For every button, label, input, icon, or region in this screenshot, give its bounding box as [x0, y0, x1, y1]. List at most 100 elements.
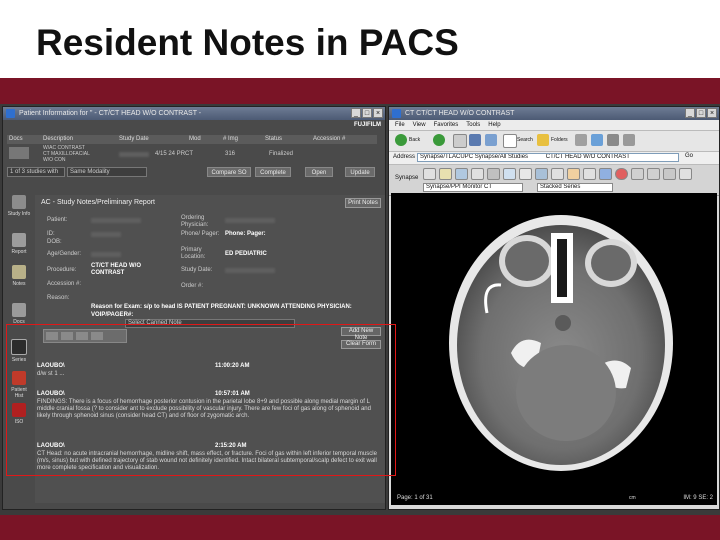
pacs-screenshot: Patient Information for '' - CT/CT HEAD …: [0, 104, 720, 515]
window-controls: _ □ ×: [351, 108, 383, 118]
grid-icon[interactable]: [647, 168, 660, 180]
search-icon[interactable]: [503, 134, 517, 148]
browser-icon: [392, 109, 401, 118]
cine-icon[interactable]: [535, 168, 548, 180]
close-icon[interactable]: ×: [707, 108, 717, 118]
col-mod[interactable]: Mod: [189, 136, 201, 142]
address-bar: Address Synapse/TLACUPC Synapse/All Stud…: [389, 152, 719, 165]
refresh-icon[interactable]: [469, 134, 481, 146]
row-description: W/AC CONTRAST CT MAXILLOFACIAL W/O CON: [43, 145, 90, 163]
stop-icon[interactable]: [453, 134, 467, 148]
back-icon[interactable]: [395, 134, 407, 146]
col-accession[interactable]: Accession #: [313, 136, 345, 142]
viewer-dropdown[interactable]: Synapse/PPI Monitor CT: [423, 183, 523, 192]
folders-icon[interactable]: [537, 134, 549, 146]
menu-help[interactable]: Help: [488, 120, 500, 130]
minimize-icon[interactable]: _: [351, 108, 361, 118]
label-study-date: Study Date:: [181, 267, 213, 273]
app-icon: [6, 109, 15, 118]
patient-info-title: Patient Information for '' - CT/CT HEAD …: [19, 110, 202, 117]
label-id: ID:: [47, 231, 55, 237]
nasal-cavity: [557, 239, 567, 297]
annotate-icon[interactable]: [487, 168, 500, 180]
docs-icon: [12, 303, 26, 317]
mail-icon[interactable]: [591, 134, 603, 146]
stack-icon[interactable]: [583, 168, 596, 180]
col-img[interactable]: # Img: [223, 136, 238, 142]
blurred-ordering: [225, 218, 275, 223]
back-label: Back: [409, 137, 421, 143]
print-notes-button[interactable]: Print Notes: [345, 198, 381, 208]
zoom-icon[interactable]: [439, 168, 452, 180]
window-level-icon[interactable]: [455, 168, 468, 180]
layout-dropdown[interactable]: Stacked Series: [537, 183, 613, 192]
home-icon[interactable]: [485, 134, 497, 146]
notes-highlight-box: [6, 324, 396, 476]
col-study-date[interactable]: Study Date: [119, 136, 149, 142]
synapse-label: Synapse: [395, 175, 419, 181]
address-input[interactable]: Synapse/TLACUPC Synapse/All Studies CT/C…: [417, 153, 679, 162]
forward-icon[interactable]: [433, 134, 445, 146]
compare-button[interactable]: Compare SO: [207, 167, 251, 177]
top-accent-band: [0, 78, 720, 106]
sidebar-item-notes[interactable]: Notes: [7, 265, 31, 297]
menu-file[interactable]: File: [395, 120, 405, 130]
blurred-age: [91, 252, 121, 257]
col-status[interactable]: Status: [265, 136, 282, 142]
label-primary: Primary Location:: [181, 247, 206, 260]
sidebar-label: Study Info: [7, 211, 31, 217]
viewer-titlebar: CT CT/CT HEAD W/O CONTRAST _ □ ×: [389, 107, 719, 120]
flip-icon[interactable]: [519, 168, 532, 180]
browser-toolbar: Back Search Folders: [389, 131, 719, 152]
reason-for-exam: Reason for Exam: s/p to head IS PATIENT …: [91, 304, 352, 318]
measure-icon[interactable]: [471, 168, 484, 180]
pan-icon[interactable]: [423, 168, 436, 180]
go-button[interactable]: Go: [685, 153, 693, 159]
left-globe: [505, 241, 549, 281]
label-accession: Accession #:: [47, 281, 82, 287]
complete-button[interactable]: Complete: [255, 167, 291, 177]
row-img: 316: [225, 151, 236, 157]
menu-tools[interactable]: Tools: [466, 120, 480, 130]
cerebellum: [516, 345, 616, 441]
edit-icon[interactable]: [623, 134, 635, 146]
menu-view[interactable]: View: [413, 120, 426, 130]
modality-select[interactable]: Same Modality: [67, 167, 147, 177]
more-icon[interactable]: [679, 168, 692, 180]
table-row[interactable]: W/AC CONTRAST CT MAXILLOFACIAL W/O CON 4…: [7, 145, 377, 165]
menu-bar: File View Favorites Tools Help: [389, 120, 719, 131]
window-controls: _ □ ×: [685, 108, 717, 118]
row-blurred: [119, 152, 149, 157]
minimize-icon[interactable]: _: [685, 108, 695, 118]
ct-image-viewport[interactable]: Page: 1 of 31 cm IM: 9 SE: 2: [391, 193, 717, 505]
layout-icon[interactable]: [599, 168, 612, 180]
notes-icon: [12, 265, 26, 279]
patient-info-titlebar: Patient Information for '' - CT/CT HEAD …: [3, 107, 385, 120]
sidebar-item-study-info[interactable]: Study Info: [7, 195, 31, 227]
reset-icon[interactable]: [615, 168, 628, 180]
maximize-icon[interactable]: □: [696, 108, 706, 118]
label-order: Order #:: [181, 283, 204, 289]
close-icon[interactable]: ×: [373, 108, 383, 118]
rotate-icon[interactable]: [503, 168, 516, 180]
sidebar-item-report[interactable]: Report: [7, 233, 31, 265]
open-button[interactable]: Open: [305, 167, 333, 177]
key-image-icon[interactable]: [567, 168, 580, 180]
col-docs[interactable]: Docs: [9, 136, 23, 142]
maximize-icon[interactable]: □: [362, 108, 372, 118]
export-icon[interactable]: [663, 168, 676, 180]
study-toolbar: 1 of 3 studies with Same Modality Compar…: [7, 167, 385, 179]
settings-icon[interactable]: [631, 168, 644, 180]
label-ordering: Ordering Physician:: [181, 215, 209, 228]
procedure-value: CT/CT HEAD W/O CONTRAST: [91, 263, 141, 276]
invert-icon[interactable]: [551, 168, 564, 180]
row-status: Finalized: [269, 151, 294, 157]
label-patient: Patient:: [47, 217, 68, 223]
history-icon[interactable]: [575, 134, 587, 146]
brand-logo: FUJIFILM: [354, 122, 381, 128]
col-description[interactable]: Description: [43, 136, 73, 142]
scale-indicator: cm: [629, 495, 636, 501]
update-button[interactable]: Update: [345, 167, 375, 177]
print-icon[interactable]: [607, 134, 619, 146]
menu-favorites[interactable]: Favorites: [434, 120, 459, 130]
